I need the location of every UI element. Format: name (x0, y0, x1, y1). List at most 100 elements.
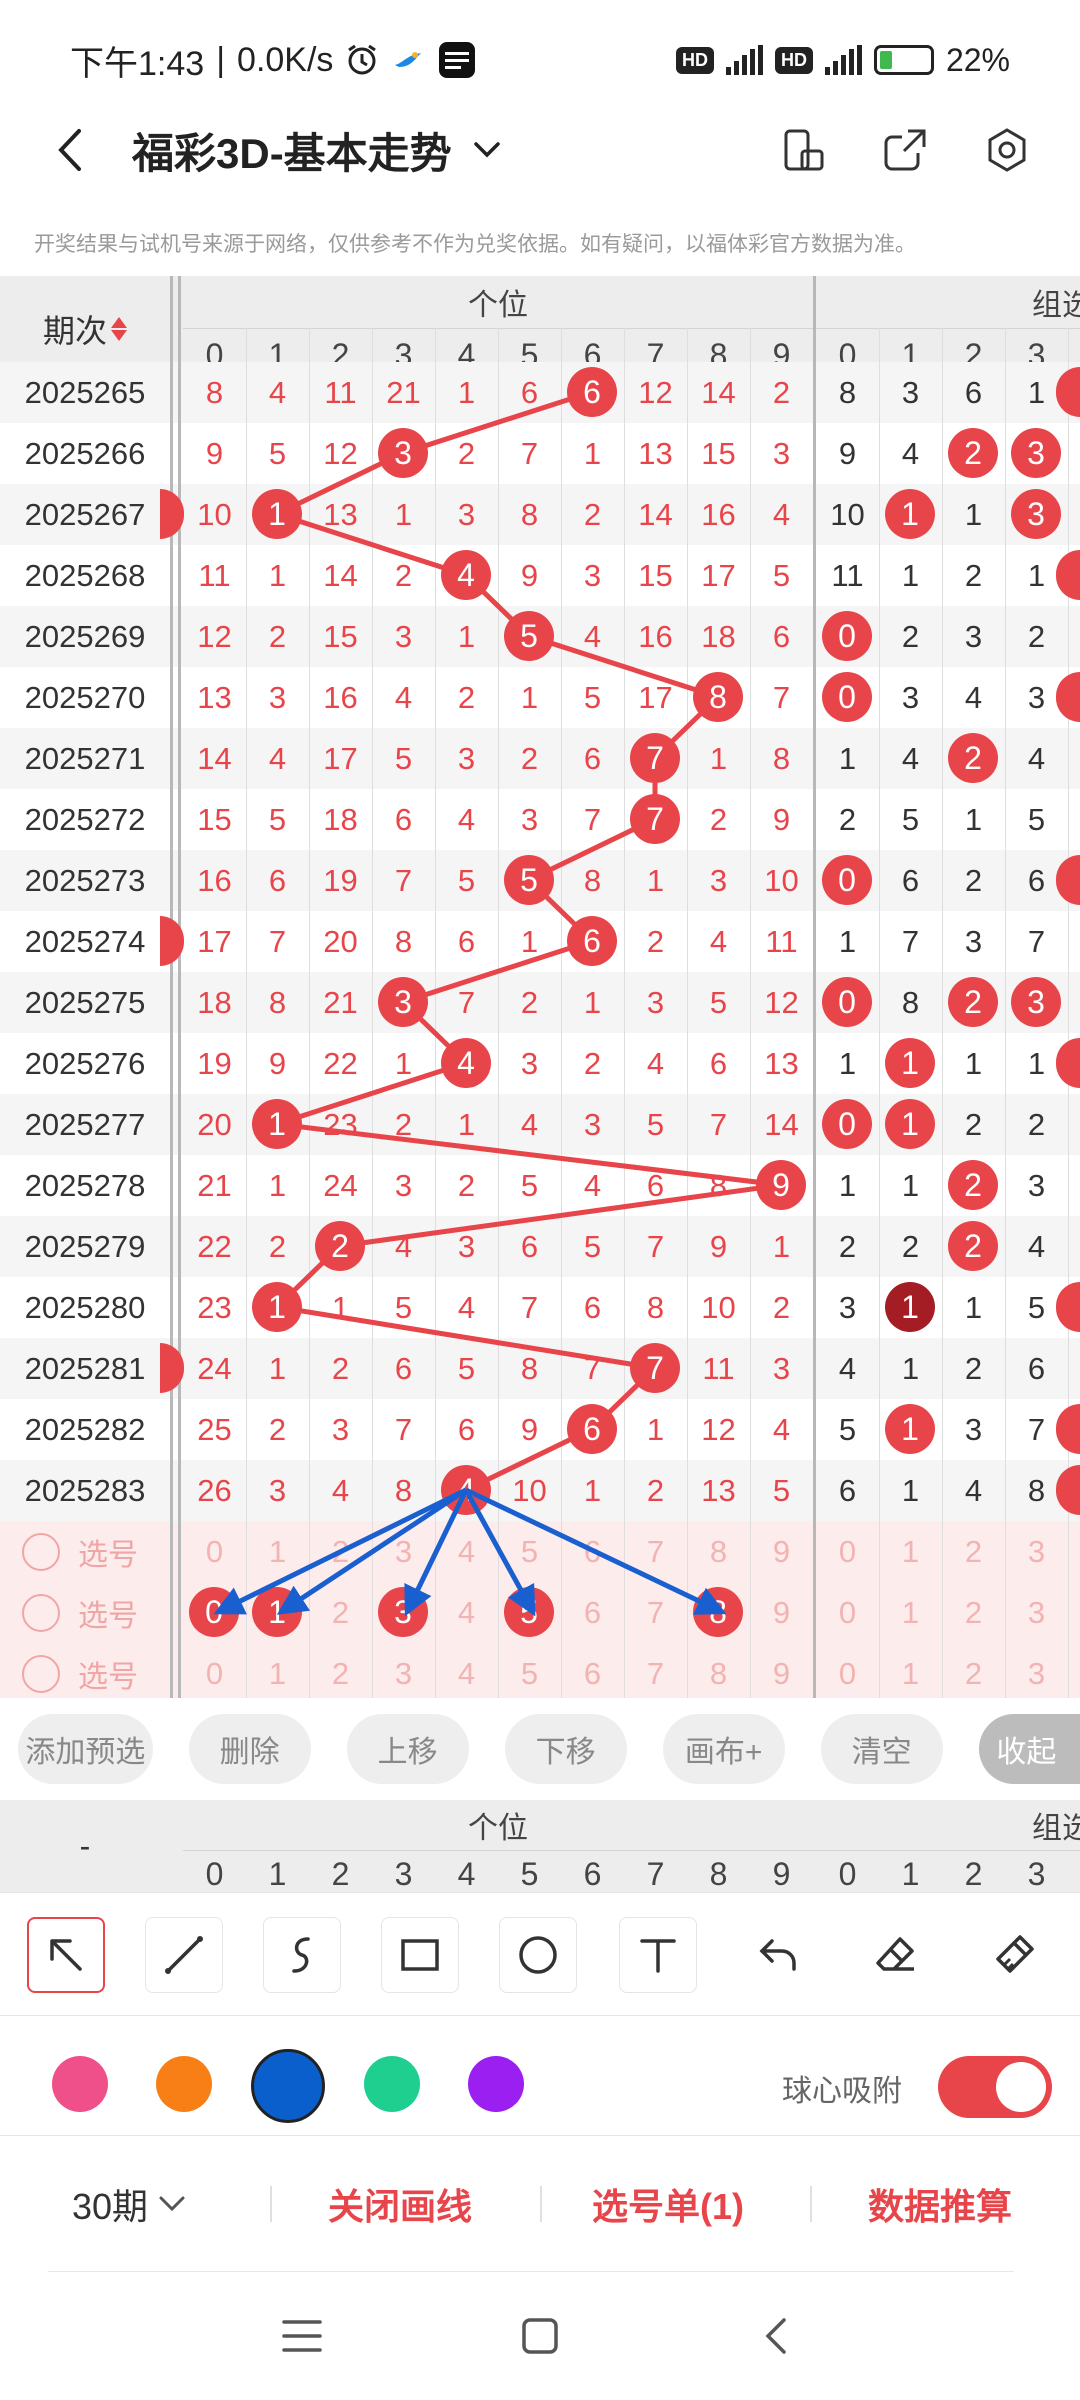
pick-row[interactable]: 选号 0 1 2 3 4 5 6 7 8 9 0 1 2 3 (0, 1582, 1080, 1643)
line-tool-button[interactable] (145, 1917, 223, 1993)
pick-number-cell[interactable]: 1 (246, 1643, 309, 1698)
move-up-button[interactable]: 上移 (346, 1714, 469, 1784)
pick-combo-cell[interactable]: 0 (816, 1521, 879, 1582)
circle-tool-button[interactable] (499, 1917, 577, 1993)
text-tool-button[interactable] (619, 1917, 697, 1993)
clear-button[interactable]: 清空 (820, 1714, 943, 1784)
settings-button[interactable] (984, 127, 1030, 173)
units-hit-ball[interactable]: 3 (378, 428, 428, 478)
pick-number-cell[interactable]: 8 (687, 1521, 750, 1582)
pick-number-cell[interactable]: 9 (750, 1582, 813, 1643)
picked-number-ball[interactable]: 1 (252, 1587, 302, 1637)
pick-number-cell[interactable]: 7 (624, 1582, 687, 1643)
combo-hit-ball[interactable]: 2 (948, 1160, 998, 1210)
pick-combo-cell[interactable]: 1 (879, 1643, 942, 1698)
pick-number-cell[interactable]: 0 (183, 1643, 246, 1698)
home-nav-button[interactable] (510, 2306, 570, 2366)
color-swatch[interactable] (364, 2056, 420, 2112)
pick-combo-cell[interactable]: 3 (1005, 1582, 1068, 1643)
pick-number-cell[interactable]: 9 (750, 1643, 813, 1698)
pick-number-cell[interactable]: 2 (309, 1582, 372, 1643)
pick-number-cell[interactable]: 3 (372, 1521, 435, 1582)
eraser-button[interactable] (857, 1917, 935, 1993)
move-down-button[interactable]: 下移 (504, 1714, 627, 1784)
pick-number-cell[interactable]: 4 (435, 1582, 498, 1643)
clear-brush-button[interactable] (975, 1917, 1053, 1993)
pick-number-cell[interactable]: 6 (561, 1643, 624, 1698)
combo-hit-ball[interactable]: 2 (948, 977, 998, 1027)
pick-number-cell[interactable]: 0 (183, 1521, 246, 1582)
units-hit-ball[interactable]: 7 (630, 794, 680, 844)
picked-number-ball[interactable]: 3 (378, 1587, 428, 1637)
units-hit-ball[interactable]: 7 (630, 733, 680, 783)
pick-combo-cell[interactable]: 2 (942, 1582, 1005, 1643)
pick-number-cell[interactable]: 2 (309, 1643, 372, 1698)
back-nav-button[interactable] (748, 2306, 808, 2366)
pick-radio-button[interactable] (22, 1594, 60, 1632)
close-lines-button[interactable]: 关闭画线 (328, 2136, 472, 2272)
color-swatch[interactable] (52, 2056, 108, 2112)
units-hit-ball[interactable]: 4 (441, 550, 491, 600)
units-hit-ball[interactable]: 5 (504, 855, 554, 905)
pick-number-cell[interactable]: 4 (435, 1521, 498, 1582)
period-count-select[interactable]: 30期 (72, 2136, 186, 2272)
pick-row[interactable]: 选号 0 1 2 3 4 5 6 7 8 9 0 1 2 3 (0, 1521, 1080, 1582)
pick-number-cell[interactable]: 7 (624, 1643, 687, 1698)
pick-radio-button[interactable] (22, 1655, 60, 1693)
combo-hit-ball[interactable]: 1 (885, 489, 935, 539)
pick-combo-cell[interactable]: 3 (1005, 1521, 1068, 1582)
pick-row[interactable]: 选号 0 1 2 3 4 5 6 7 8 9 0 1 2 3 (0, 1643, 1080, 1698)
title-dropdown[interactable]: 福彩3D-基本走势 (132, 120, 502, 181)
units-hit-ball[interactable]: 4 (441, 1038, 491, 1088)
rectangle-tool-button[interactable] (381, 1917, 459, 1993)
pick-combo-cell[interactable]: 1 (879, 1521, 942, 1582)
add-preselect-button[interactable]: 添加预选 (18, 1714, 153, 1784)
pick-combo-cell[interactable]: 1 (879, 1582, 942, 1643)
pick-number-cell[interactable]: 6 (561, 1582, 624, 1643)
combo-hit-ball[interactable]: 3 (1011, 977, 1061, 1027)
units-hit-ball[interactable]: 4 (441, 1465, 491, 1515)
pick-combo-cell[interactable]: 2 (942, 1643, 1005, 1698)
combo-hit-ball[interactable]: 1 (885, 1099, 935, 1149)
units-hit-ball[interactable]: 6 (567, 367, 617, 417)
delete-button[interactable]: 删除 (188, 1714, 311, 1784)
picked-number-ball[interactable]: 8 (693, 1587, 743, 1637)
collapse-button[interactable]: 收起 (978, 1714, 1080, 1784)
combo-hit-ball[interactable]: 1 (885, 1404, 935, 1454)
pick-number-cell[interactable]: 1 (246, 1521, 309, 1582)
pick-number-cell[interactable]: 5 (498, 1521, 561, 1582)
pick-number-cell[interactable]: 7 (624, 1521, 687, 1582)
color-swatch[interactable] (468, 2056, 524, 2112)
combo-hit-ball[interactable]: 0 (822, 855, 872, 905)
pick-combo-cell[interactable]: 0 (816, 1643, 879, 1698)
picked-number-ball[interactable]: 0 (189, 1587, 239, 1637)
data-calc-button[interactable]: 数据推算 (868, 2136, 1012, 2272)
combo-hit-ball[interactable]: 2 (948, 1221, 998, 1271)
combo-hit-ball[interactable]: 0 (822, 672, 872, 722)
select-tool-button[interactable] (27, 1917, 105, 1993)
pick-number-cell[interactable]: 2 (309, 1521, 372, 1582)
units-hit-ball[interactable]: 6 (567, 1404, 617, 1454)
combo-hit-ball[interactable]: 2 (948, 733, 998, 783)
units-hit-ball[interactable]: 5 (504, 611, 554, 661)
combo-hit-ball[interactable]: 0 (822, 977, 872, 1027)
picked-number-ball[interactable]: 5 (504, 1587, 554, 1637)
pick-number-cell[interactable]: 8 (687, 1643, 750, 1698)
menu-nav-button[interactable] (272, 2306, 332, 2366)
combo-hit-ball[interactable]: 0 (822, 1099, 872, 1149)
combo-hit-ball[interactable]: 3 (1011, 489, 1061, 539)
units-hit-ball[interactable]: 9 (756, 1160, 806, 1210)
pick-list-button[interactable]: 选号单(1) (592, 2136, 744, 2272)
units-hit-ball[interactable]: 8 (693, 672, 743, 722)
pick-combo-cell[interactable]: 2 (942, 1521, 1005, 1582)
color-swatch[interactable] (251, 2049, 325, 2123)
curve-tool-button[interactable] (263, 1917, 341, 1993)
combo-hit-ball[interactable]: 1 (885, 1282, 935, 1332)
pick-radio-button[interactable] (22, 1533, 60, 1571)
combo-hit-ball[interactable]: 3 (1011, 428, 1061, 478)
snap-toggle[interactable] (938, 2056, 1052, 2118)
units-hit-ball[interactable]: 2 (315, 1221, 365, 1271)
pick-number-cell[interactable]: 5 (498, 1643, 561, 1698)
units-hit-ball[interactable]: 6 (567, 916, 617, 966)
units-hit-ball[interactable]: 1 (252, 489, 302, 539)
